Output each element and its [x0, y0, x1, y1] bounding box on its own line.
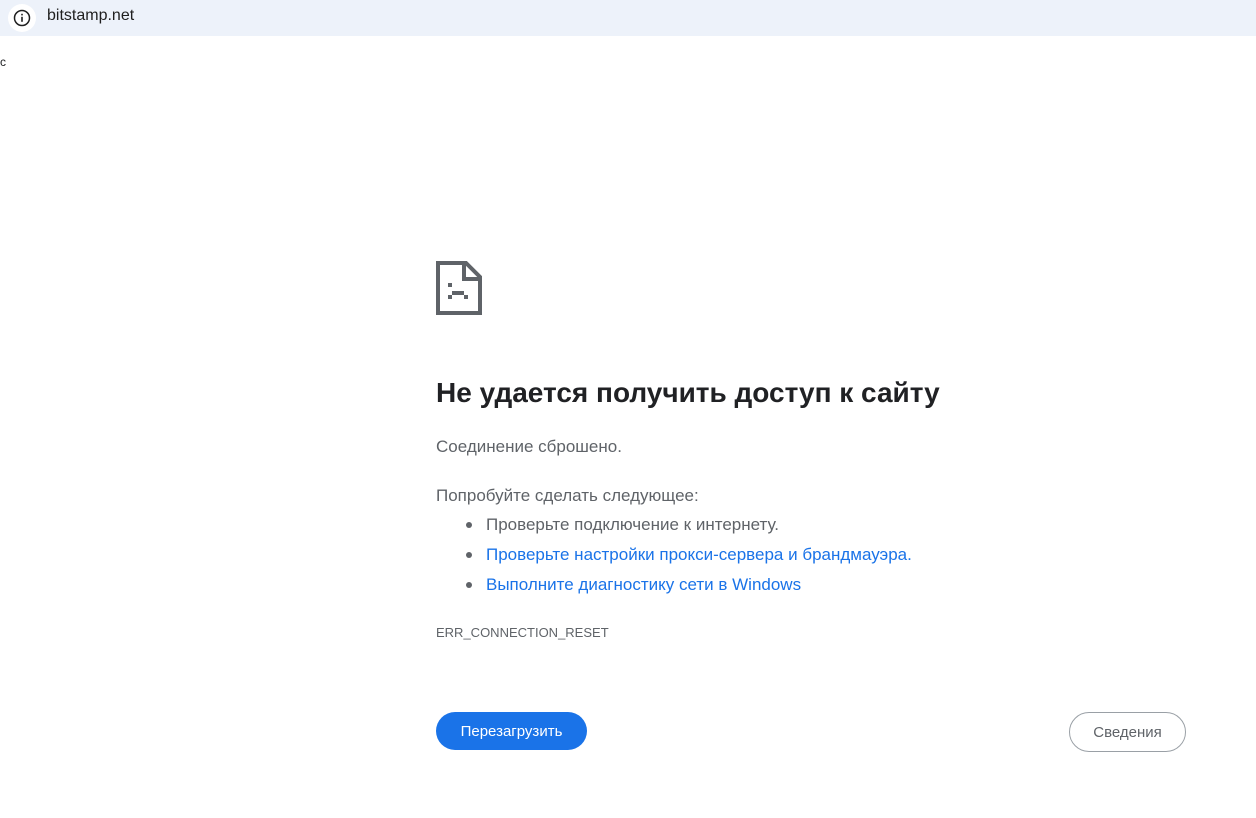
page-title: Не удается получить доступ к сайту	[436, 377, 940, 408]
error-summary: Соединение сброшено.	[436, 437, 622, 456]
info-icon	[13, 9, 31, 27]
url-text[interactable]: bitstamp.net	[47, 6, 134, 26]
site-info-button[interactable]	[8, 4, 36, 32]
suggestions-title: Попробуйте сделать следующее:	[436, 486, 699, 505]
suggestion-text: Проверьте подключение к интернету.	[486, 515, 780, 534]
address-bar[interactable]: bitstamp.net	[0, 0, 1256, 36]
bullet-icon	[466, 552, 472, 558]
proxy-firewall-link[interactable]: Проверьте настройки прокси-сервера и бра…	[486, 545, 912, 564]
bullet-icon	[466, 522, 472, 528]
stray-text: c	[0, 55, 6, 69]
reload-button[interactable]: Перезагрузить	[436, 712, 587, 750]
network-diagnostics-link[interactable]: Выполните диагностику сети в Windows	[486, 575, 801, 594]
suggestion-run-diagnostics[interactable]: Выполните диагностику сети в Windows	[436, 574, 912, 604]
sad-page-icon	[436, 261, 482, 315]
suggestions-list: Проверьте подключение к интернету. Прове…	[436, 514, 912, 604]
bullet-icon	[466, 582, 472, 588]
suggestion-check-internet: Проверьте подключение к интернету.	[436, 514, 912, 544]
details-button[interactable]: Сведения	[1069, 712, 1186, 752]
error-code: ERR_CONNECTION_RESET	[436, 625, 609, 640]
suggestion-check-proxy[interactable]: Проверьте настройки прокси-сервера и бра…	[436, 544, 912, 574]
